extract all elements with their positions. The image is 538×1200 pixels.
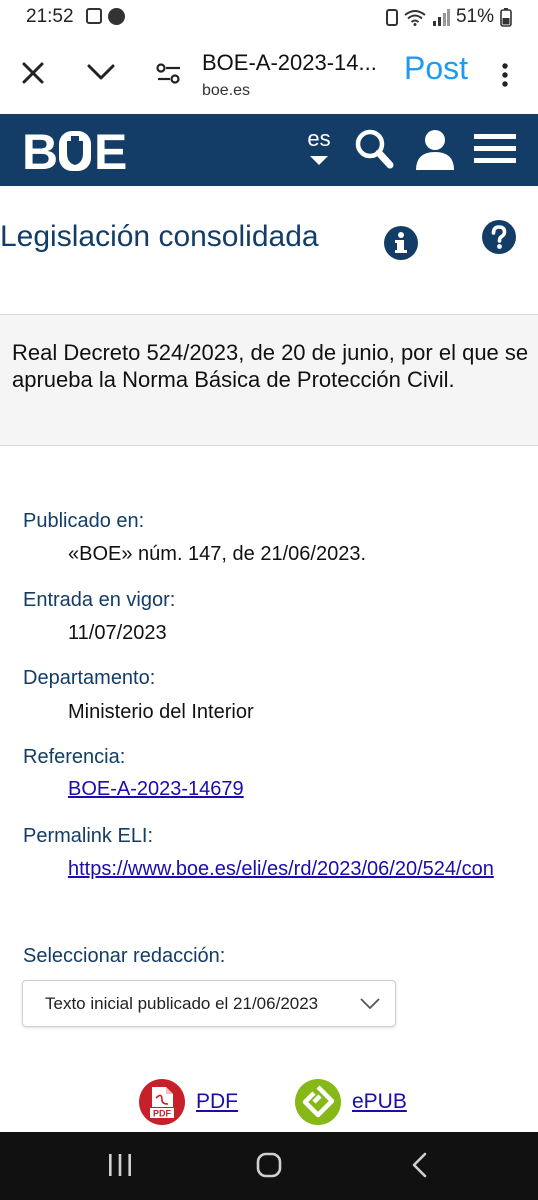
home-button[interactable]	[256, 1152, 282, 1183]
chevron-down-icon	[87, 64, 115, 80]
hamburger-menu-icon	[474, 134, 516, 163]
language-label: es	[307, 126, 331, 151]
tune-icon	[156, 63, 180, 84]
in-force-value: 11/07/2023	[68, 622, 167, 644]
close-button[interactable]	[20, 60, 46, 86]
published-value: «BOE» núm. 147, de 21/06/2023.	[68, 543, 366, 565]
eli-link[interactable]: https://www.boe.es/eli/es/rd/2023/06/20/…	[68, 852, 518, 886]
version-select-value: Texto inicial publicado el 21/06/2023	[45, 994, 319, 1013]
pdf-badge-text: PDF	[153, 1109, 172, 1119]
chevron-down-icon	[360, 998, 380, 1010]
department-value: Ministerio del Interior	[68, 701, 254, 723]
epub-link[interactable]: ePUB	[352, 1090, 407, 1114]
version-select[interactable]: Texto inicial publicado el 21/06/2023	[22, 980, 396, 1027]
version-select-label: Seleccionar redacción:	[23, 945, 226, 967]
signal-icon	[432, 8, 450, 26]
tab-domain: boe.es	[202, 82, 251, 99]
eli-label: Permalink ELI:	[23, 825, 154, 847]
user-icon	[416, 130, 454, 170]
law-title: Real Decreto 524/2023, de 20 de junio, p…	[12, 340, 529, 392]
wifi-icon	[404, 9, 426, 26]
boe-logo[interactable]: B E	[22, 124, 132, 180]
page-title: Legislación consolidada	[0, 220, 319, 253]
svg-text:B: B	[22, 127, 56, 173]
reference-label: Referencia:	[23, 746, 126, 768]
status-time: 21:52	[26, 6, 74, 27]
close-icon	[22, 62, 44, 84]
help-button[interactable]	[482, 220, 516, 259]
back-icon	[412, 1152, 427, 1178]
sports-ball-icon	[108, 8, 125, 25]
reference-link[interactable]: BOE-A-2023-14679	[68, 772, 518, 806]
battery-icon	[500, 7, 512, 27]
pdf-icon: PDF	[139, 1079, 185, 1125]
gallery-icon	[86, 8, 102, 24]
pdf-link[interactable]: PDF	[196, 1090, 238, 1114]
recent-apps-icon	[109, 1154, 131, 1176]
in-force-label: Entrada en vigor:	[23, 589, 176, 611]
site-settings-button[interactable]	[156, 62, 182, 86]
back-button[interactable]	[410, 1152, 430, 1183]
caret-down-icon	[310, 156, 328, 165]
more-options-button[interactable]	[500, 62, 510, 88]
status-right: 51%	[385, 6, 512, 28]
info-icon	[384, 226, 418, 260]
home-icon	[256, 1152, 282, 1178]
language-selector[interactable]: es	[306, 126, 332, 165]
more-vert-icon	[502, 63, 508, 87]
epub-download[interactable]: ePUB	[294, 1078, 407, 1126]
law-title-box: Real Decreto 524/2023, de 20 de junio, p…	[0, 314, 538, 446]
search-button[interactable]	[354, 128, 394, 175]
collapse-button[interactable]	[86, 62, 116, 82]
user-button[interactable]	[414, 128, 456, 175]
epub-icon	[295, 1079, 341, 1125]
svg-text:E: E	[94, 127, 127, 173]
notification-icons	[86, 8, 125, 25]
menu-button[interactable]	[474, 134, 516, 169]
department-label: Departamento:	[23, 667, 156, 689]
help-icon	[482, 220, 516, 254]
system-nav-bar	[0, 1132, 538, 1200]
post-button[interactable]: Post	[404, 50, 468, 87]
sim-icon	[385, 8, 398, 26]
published-label: Publicado en:	[23, 510, 145, 532]
boe-header: B E es	[0, 114, 538, 186]
recent-apps-button[interactable]	[108, 1152, 132, 1183]
search-icon	[355, 129, 394, 169]
info-button[interactable]	[384, 226, 418, 265]
battery-percent: 51%	[455, 6, 494, 27]
boe-logo-icon: B E	[22, 124, 127, 180]
pdf-download[interactable]: PDF PDF	[138, 1078, 238, 1126]
tab-title: BOE-A-2023-14...	[202, 50, 377, 75]
status-bar: 21:52 51%	[0, 0, 538, 36]
browser-toolbar: BOE-A-2023-14... boe.es Post	[0, 36, 538, 114]
